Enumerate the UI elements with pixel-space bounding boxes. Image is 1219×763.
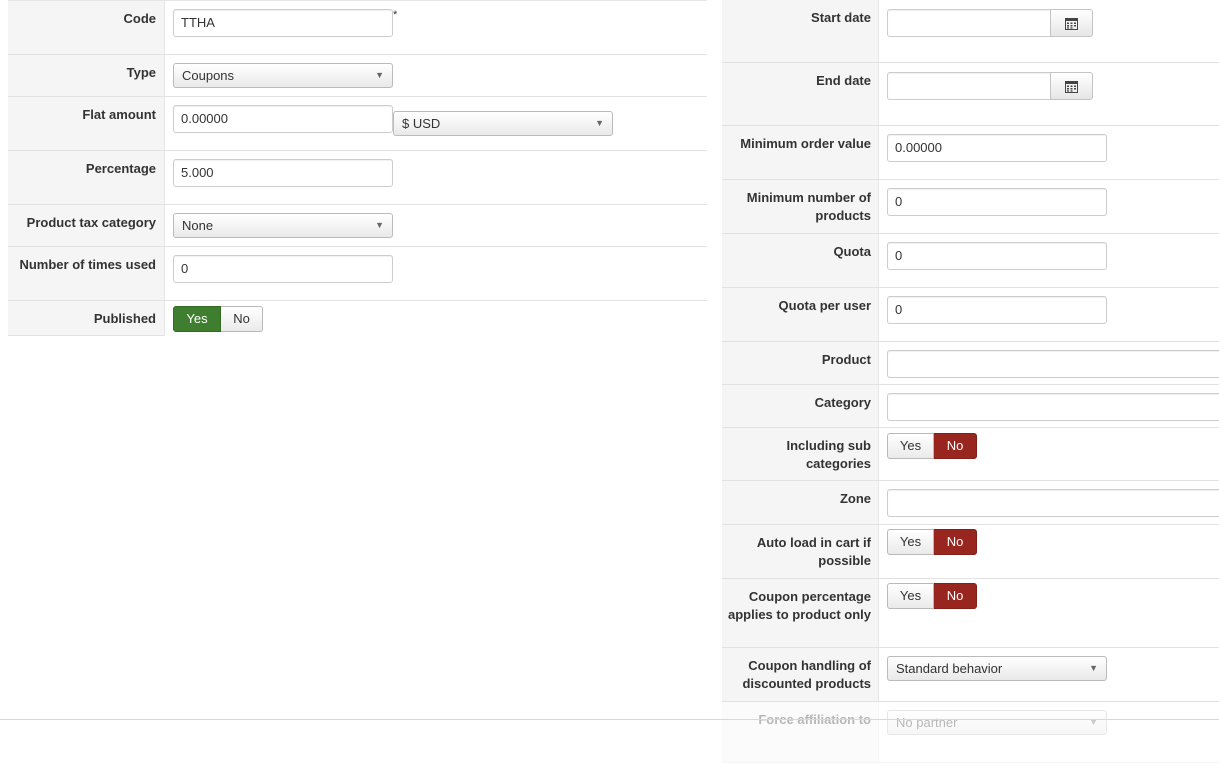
published-no-button[interactable]: No [221,306,263,332]
times-used-label: Number of times used [8,247,165,300]
currency-select[interactable]: $ USD ▼ [393,111,613,136]
row-force-affiliation: Force affiliation to No partner ▼ [722,702,1219,763]
row-auto-load: Auto load in cart if possible Yes No [722,525,1219,579]
coupon-pct-product-toggle[interactable]: Yes No [887,583,977,609]
quota-label: Quota [722,234,879,287]
quota-per-user-input[interactable]: 0 [887,296,1107,324]
row-product: Product [722,342,1219,385]
zone-input[interactable] [887,489,1219,517]
published-toggle[interactable]: Yes No [173,306,263,332]
category-label: Category [722,385,879,427]
chevron-down-icon: ▼ [375,70,384,80]
row-code: Code TTHA * [8,1,707,55]
zone-label: Zone [722,481,879,524]
row-quota: Quota 0 [722,234,1219,288]
row-including-sub: Including sub categories Yes No [722,428,1219,481]
right-form-panel: Start date End date Minimum order value … [722,0,1219,763]
including-sub-toggle[interactable]: Yes No [887,433,977,459]
chevron-down-icon: ▼ [1089,663,1098,673]
including-sub-yes-button[interactable]: Yes [887,433,934,459]
category-input[interactable] [887,393,1219,421]
product-label: Product [722,342,879,384]
percentage-label: Percentage [8,151,165,204]
code-input[interactable]: TTHA [173,9,393,37]
left-form-panel: Code TTHA * Type Coupons ▼ Flat amount 0… [8,0,707,336]
min-order-value-label: Minimum order value [722,126,879,179]
quota-input[interactable]: 0 [887,242,1107,270]
auto-load-no-button[interactable]: No [934,529,977,555]
coupon-pct-product-no-button[interactable]: No [934,583,977,609]
coupon-pct-product-label: Coupon percentage applies to product onl… [722,579,879,647]
start-date-input[interactable] [887,9,1051,37]
published-label: Published [8,301,165,336]
product-tax-category-label: Product tax category [8,205,165,246]
row-min-order-value: Minimum order value 0.00000 [722,126,1219,180]
calendar-icon [1065,18,1078,30]
currency-value: $ USD [402,116,441,131]
chevron-down-icon: ▼ [1089,717,1098,727]
row-coupon-pct-product: Coupon percentage applies to product onl… [722,579,1219,648]
row-percentage: Percentage 5.000 [8,151,707,205]
row-times-used: Number of times used 0 [8,247,707,301]
flat-amount-input[interactable]: 0.00000 [173,105,393,133]
auto-load-label: Auto load in cart if possible [722,525,879,578]
row-flat-amount: Flat amount 0.00000 $ USD ▼ [8,97,707,151]
calendar-icon [1065,81,1078,93]
including-sub-no-button[interactable]: No [934,433,977,459]
end-date-calendar-button[interactable] [1050,72,1093,100]
row-quota-per-user: Quota per user 0 [722,288,1219,342]
including-sub-label: Including sub categories [722,428,879,480]
discounted-handling-value: Standard behavior [896,661,1003,676]
end-date-input[interactable] [887,72,1051,100]
row-zone: Zone [722,481,1219,525]
code-label: Code [8,1,165,54]
chevron-down-icon: ▼ [375,220,384,230]
coupon-pct-product-yes-button[interactable]: Yes [887,583,934,609]
type-select[interactable]: Coupons ▼ [173,63,393,88]
row-published: Published Yes No [8,301,707,336]
row-type: Type Coupons ▼ [8,55,707,97]
type-value: Coupons [182,68,235,83]
auto-load-yes-button[interactable]: Yes [887,529,934,555]
row-discounted-handling: Coupon handling of discounted products S… [722,648,1219,702]
force-affiliation-select[interactable]: No partner ▼ [887,710,1107,735]
force-affiliation-label: Force affiliation to [722,702,879,762]
required-marker: * [393,9,398,21]
row-min-products: Minimum number of products 0 [722,180,1219,234]
start-date-label: Start date [722,0,879,62]
row-end-date: End date [722,63,1219,126]
force-affiliation-value: No partner [896,715,958,730]
product-tax-category-select[interactable]: None ▼ [173,213,393,238]
quota-per-user-label: Quota per user [722,288,879,341]
row-start-date: Start date [722,0,1219,63]
times-used-input[interactable]: 0 [173,255,393,283]
product-tax-category-value: None [182,218,214,233]
min-order-value-input[interactable]: 0.00000 [887,134,1107,162]
min-products-label: Minimum number of products [722,180,879,233]
min-products-input[interactable]: 0 [887,188,1107,216]
bottom-divider [0,719,1219,720]
discounted-handling-label: Coupon handling of discounted products [722,648,879,701]
end-date-label: End date [722,63,879,125]
type-label: Type [8,55,165,96]
start-date-calendar-button[interactable] [1050,9,1093,37]
row-product-tax-category: Product tax category None ▼ [8,205,707,247]
percentage-input[interactable]: 5.000 [173,159,393,187]
product-input[interactable] [887,350,1219,378]
discounted-handling-select[interactable]: Standard behavior ▼ [887,656,1107,681]
published-yes-button[interactable]: Yes [173,306,221,332]
flat-amount-label: Flat amount [8,97,165,150]
chevron-down-icon: ▼ [595,118,604,128]
auto-load-toggle[interactable]: Yes No [887,529,977,555]
row-category: Category [722,385,1219,428]
